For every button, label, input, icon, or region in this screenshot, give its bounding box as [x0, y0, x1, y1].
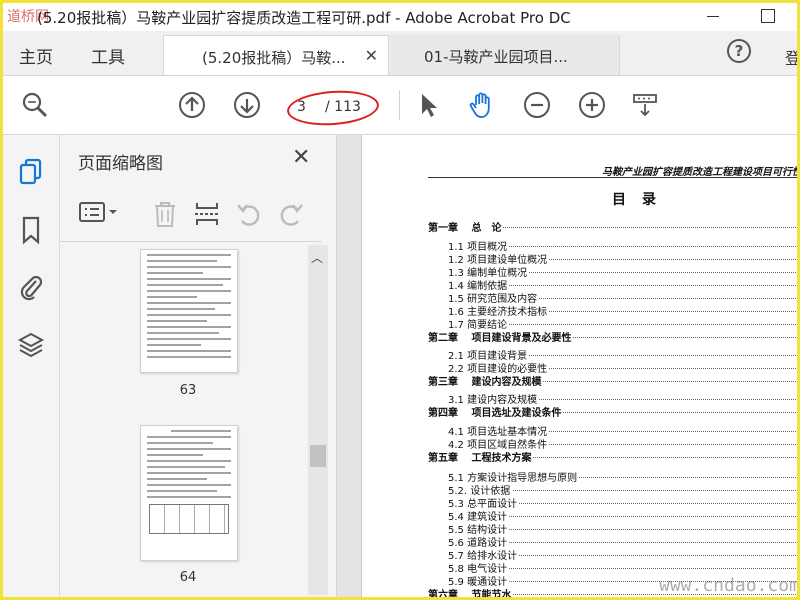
toc-entry[interactable]: 4.2 项目区域自然条件 — [362, 436, 797, 451]
select-arrow-icon[interactable] — [415, 91, 443, 119]
zoom-icon[interactable] — [21, 91, 49, 119]
close-icon[interactable]: ✕ — [292, 145, 310, 170]
trash-icon[interactable] — [150, 199, 180, 229]
help-icon[interactable]: ? — [727, 39, 751, 63]
toc-entry-text: 第四章 项目选址及建设条件 — [428, 404, 564, 419]
toc-entry[interactable]: 1.4 编制依据 — [362, 277, 797, 292]
page-thumbnails-icon[interactable] — [17, 157, 45, 187]
toc-entry[interactable]: 1.5 研究范围及内容 — [362, 290, 797, 305]
header-rule — [428, 177, 797, 178]
app-window: 道桥网 (5.20报批稿）马鞍产业园扩容提质改造工程可研.pdf - Adobe… — [0, 0, 800, 600]
toc-entry[interactable]: 1.1 项目概况 — [362, 238, 797, 253]
toc-entry[interactable]: 第一章 总 论 — [362, 219, 797, 234]
tab-home[interactable]: 主页 — [19, 43, 53, 68]
thumbnail-page-number: 63 — [179, 383, 197, 398]
minimize-button[interactable] — [703, 7, 725, 25]
toc-entry[interactable]: 第四章 项目选址及建设条件 — [362, 404, 797, 419]
insert-page-icon[interactable] — [192, 199, 222, 229]
toc-entry-text: 第三章 建设内容及规模 — [428, 373, 544, 388]
toc-entry-text: 第一章 总 论 — [428, 219, 504, 234]
rotate-right-icon[interactable] — [276, 199, 306, 229]
page-thumbnails-panel: 页面缩略图 ✕ ︿ 63 64 — [60, 135, 337, 597]
thumbnail-options-icon[interactable] — [78, 199, 122, 227]
toc-entry[interactable]: 第三章 建设内容及规模 — [362, 373, 797, 388]
toc-entry[interactable]: 5.7 给排水设计 — [362, 547, 797, 562]
toc-entry[interactable]: 1.6 主要经济技术指标 — [362, 303, 797, 318]
toc-entry[interactable]: 3.1 建设内容及规模 — [362, 391, 797, 406]
tab-document-inactive[interactable]: 01-马鞍产业园项目... — [390, 35, 620, 75]
toc-entry[interactable]: 2.1 项目建设背景 — [362, 347, 797, 362]
toc-entry[interactable]: 第二章 项目建设背景及必要性 — [362, 329, 797, 344]
attachment-icon[interactable] — [17, 271, 45, 301]
toc-entry[interactable]: 5.2. 设计依据 — [362, 482, 797, 497]
page-up-icon[interactable] — [178, 91, 206, 119]
thumbnail-page[interactable] — [140, 249, 238, 373]
tab-tools[interactable]: 工具 — [91, 43, 125, 68]
hand-icon[interactable] — [468, 91, 496, 119]
scroll-mode-icon[interactable] — [631, 91, 659, 119]
login-button[interactable]: 登 — [785, 45, 797, 69]
watermark-text: www.cndao.com — [659, 575, 800, 596]
toc-entry-text: 第五章 工程技术方案 — [428, 449, 534, 464]
document-viewer[interactable]: 马鞍产业园扩容提质改造工程建设项目可行性 目录 第一章 总 论 1.1 项目概况 1… — [337, 135, 797, 597]
navigation-sidebar — [3, 135, 60, 597]
thumbnail-toolbar — [60, 191, 322, 242]
tab-document-active[interactable]: (5.20报批稿）马鞍... ✕ — [163, 35, 389, 75]
toc-entry[interactable]: 第五章 工程技术方案 — [362, 449, 797, 464]
maximize-button[interactable] — [761, 9, 775, 23]
zoom-out-icon[interactable] — [523, 91, 551, 119]
window-title: (5.20报批稿）马鞍产业园扩容提质改造工程可研.pdf - Adobe Acr… — [37, 9, 571, 27]
tab-bar: 主页 工具 (5.20报批稿）马鞍... ✕ 01-马鞍产业园项目... ? 登 — [3, 31, 797, 76]
rotate-left-icon[interactable] — [234, 199, 264, 229]
toc-entry[interactable]: 1.3 编制单位概况 — [362, 264, 797, 279]
toc-entry[interactable]: 1.2 项目建设单位概况 — [362, 251, 797, 266]
thumbnail-page[interactable] — [140, 425, 238, 561]
close-icon[interactable]: ✕ — [365, 46, 378, 65]
toc-entry[interactable]: 5.3 总平面设计 — [362, 495, 797, 510]
toc-entry[interactable]: 5.6 道路设计 — [362, 534, 797, 549]
title-bar: 道桥网 (5.20报批稿）马鞍产业园扩容提质改造工程可研.pdf - Adobe… — [3, 3, 797, 31]
annotation-circle — [285, 87, 381, 129]
chevron-up-icon[interactable]: ︿ — [311, 249, 323, 266]
toc-title: 目录 — [612, 192, 672, 208]
page-down-icon[interactable] — [233, 91, 261, 119]
toc-entry-text: 第二章 项目建设背景及必要性 — [428, 329, 574, 344]
zoom-in-icon[interactable] — [578, 91, 606, 119]
thumbnail-scrollbar[interactable]: ︿ — [308, 245, 328, 595]
panel-title: 页面缩略图 — [78, 154, 163, 174]
toc-entry[interactable]: 5.8 电气设计 — [362, 560, 797, 575]
toc-entry[interactable]: 4.1 项目选址基本情况 — [362, 423, 797, 438]
toolbar: 3 / 113 — [3, 76, 797, 135]
toc-entry[interactable]: 1.7 简要结论 — [362, 316, 797, 331]
toc-entry[interactable]: 2.2 项目建设的必要性 — [362, 360, 797, 375]
toc-entry[interactable]: 5.5 结构设计 — [362, 521, 797, 536]
toc-entry[interactable]: 5.4 建筑设计 — [362, 508, 797, 523]
toc-entry[interactable]: 5.1 方案设计指导思想与原则 — [362, 469, 797, 484]
tab-document-active-label: (5.20报批稿）马鞍... — [202, 49, 346, 67]
toolbar-divider — [399, 90, 400, 120]
document-page: 马鞍产业园扩容提质改造工程建设项目可行性 目录 第一章 总 论 1.1 项目概况 1… — [361, 135, 800, 597]
document-header: 马鞍产业园扩容提质改造工程建设项目可行性 — [602, 167, 800, 178]
scrollbar-thumb[interactable] — [310, 445, 326, 467]
thumbnail-page-number: 64 — [179, 570, 197, 585]
tab-document-inactive-label: 01-马鞍产业园项目... — [424, 48, 568, 66]
toc-entry-text: 第六章 节能节水 — [428, 586, 514, 597]
bookmark-icon[interactable] — [17, 215, 45, 245]
layers-icon[interactable] — [17, 331, 45, 361]
